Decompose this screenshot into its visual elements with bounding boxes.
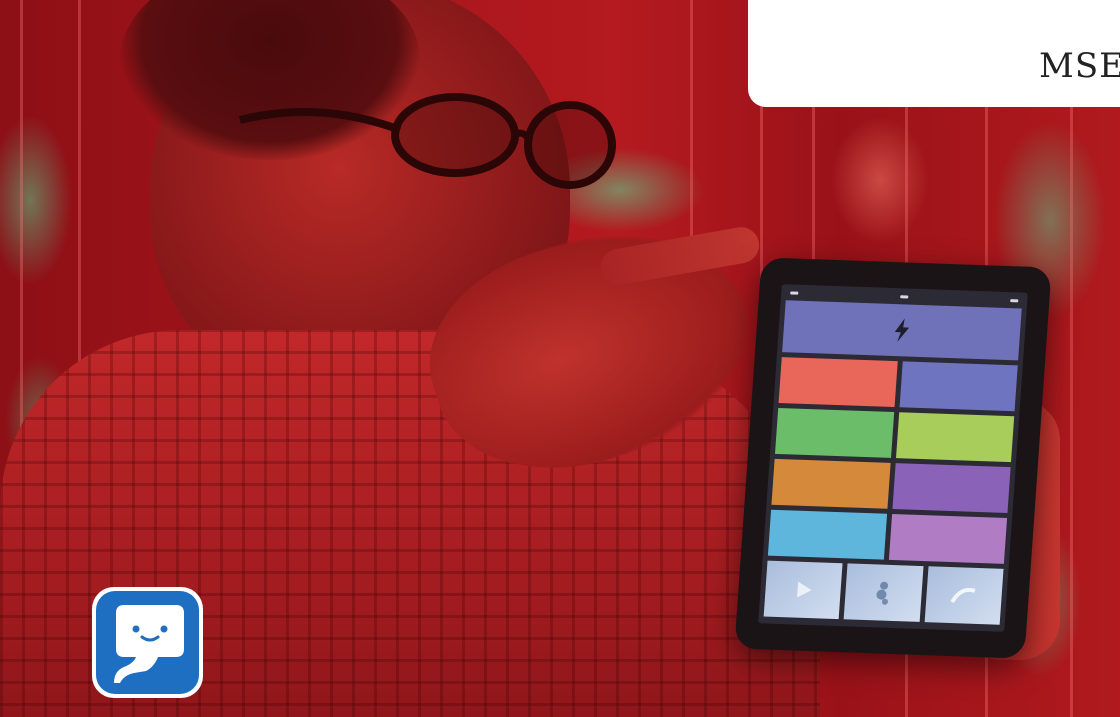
bubbles-button[interactable] [843,563,924,622]
bubbles-icon [876,581,889,605]
color-tile[interactable] [771,458,891,509]
tablet-top-tile[interactable] [782,300,1022,361]
tablet-screen [758,284,1028,632]
play-button[interactable] [763,560,843,620]
wave-icon [950,587,976,604]
control-row [763,560,1004,625]
color-tile[interactable] [899,361,1018,412]
lightning-bolt-icon [894,318,910,343]
color-tile[interactable] [778,357,898,408]
color-tile[interactable] [775,407,894,458]
tablet-device [734,257,1052,659]
color-tile[interactable] [891,463,1011,513]
tile-row [771,458,1011,513]
brand-label: MSE [1039,46,1120,86]
smiling-genie-icon [96,591,199,694]
color-tile[interactable] [767,509,887,560]
color-tile[interactable] [895,412,1015,463]
tile-row [775,407,1015,463]
app-icon[interactable] [92,587,203,698]
wave-button[interactable] [924,566,1004,625]
tile-row [767,509,1008,564]
tile-row [778,357,1018,412]
play-icon [796,581,812,598]
glasses [239,93,616,189]
color-tile[interactable] [888,513,1008,564]
